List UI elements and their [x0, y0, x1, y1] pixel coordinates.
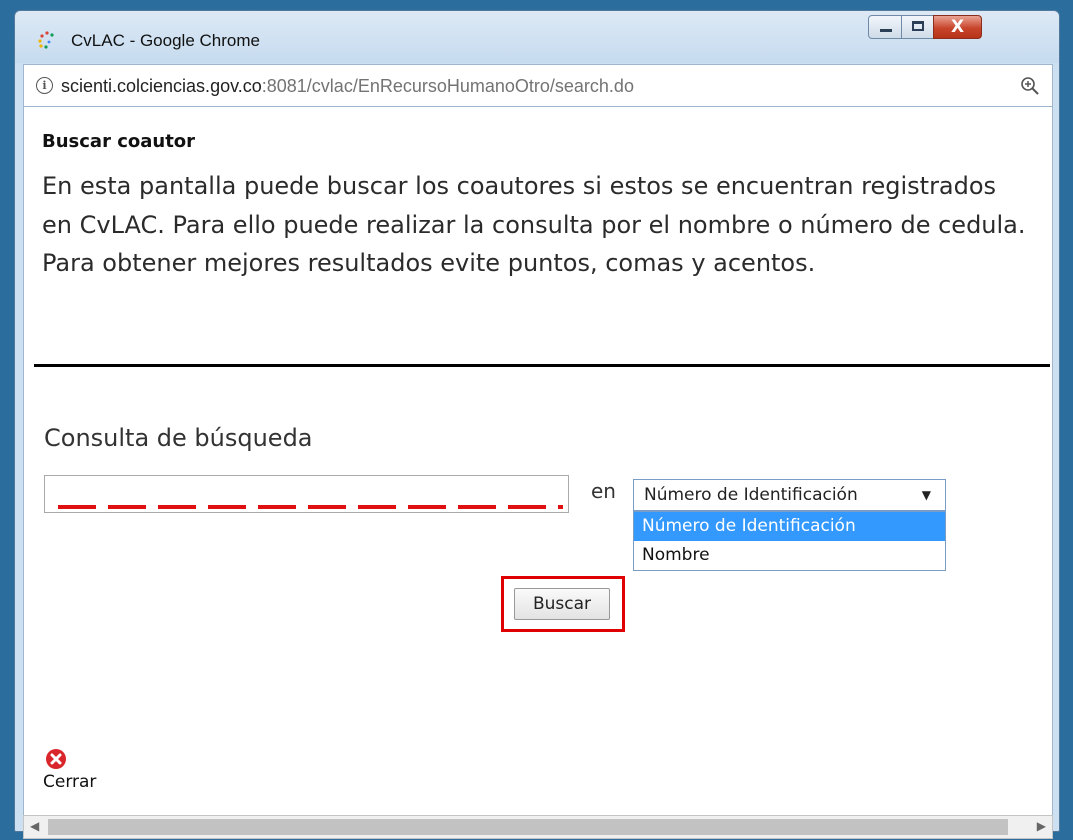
window-title: CvLAC - Google Chrome — [71, 31, 260, 50]
query-label: Consulta de búsqueda — [44, 424, 313, 452]
zoom-in-icon[interactable] — [1020, 76, 1040, 96]
select-dropdown-list: Número de Identificación Nombre — [633, 511, 946, 571]
close-label[interactable]: Cerrar — [43, 772, 96, 792]
maximize-button[interactable] — [901, 15, 934, 39]
page-content: Buscar coautor En esta pantalla puede bu… — [23, 107, 1053, 815]
page-title: Buscar coautor — [42, 131, 196, 152]
dropdown-arrow-icon: ▼ — [921, 488, 931, 502]
url-text[interactable]: scienti.colciencias.gov.co:8081/cvlac/En… — [61, 76, 634, 97]
scrollbar-thumb[interactable] — [48, 819, 1008, 835]
input-highlight-dashes — [58, 505, 563, 509]
address-bar[interactable]: i scienti.colciencias.gov.co:8081/cvlac/… — [23, 64, 1053, 107]
option-numero-identificacion[interactable]: Número de Identificación — [634, 512, 945, 541]
minimize-button[interactable] — [868, 15, 902, 39]
window-close-button[interactable]: X — [933, 15, 982, 39]
minimize-icon — [880, 29, 892, 32]
select-value: Número de Identificación — [644, 485, 858, 505]
url-host: scienti.colciencias.gov.co — [61, 76, 262, 96]
close-icon: X — [950, 17, 965, 37]
search-field-select[interactable]: Número de Identificación ▼ — [633, 479, 946, 511]
search-button[interactable]: Buscar — [514, 588, 610, 620]
divider — [34, 364, 1050, 367]
info-icon[interactable]: i — [36, 77, 53, 94]
title-bar: CvLAC - Google Chrome X — [15, 11, 1059, 63]
url-path: :8081/cvlac/EnRecursoHumanoOtro/search.d… — [261, 76, 634, 96]
in-label: en — [591, 479, 616, 503]
page-description: En esta pantalla puede buscar los coauto… — [42, 172, 1026, 277]
option-nombre[interactable]: Nombre — [634, 541, 945, 570]
scroll-left-icon[interactable]: ◀ — [30, 819, 39, 833]
maximize-icon — [912, 21, 924, 31]
horizontal-scrollbar[interactable]: ◀ ▶ — [23, 815, 1053, 839]
chrome-logo-icon — [38, 31, 54, 49]
scroll-right-icon[interactable]: ▶ — [1037, 819, 1046, 833]
browser-window: CvLAC - Google Chrome X i scienti.colcie… — [14, 10, 1060, 839]
search-button-highlight: Buscar — [501, 576, 625, 632]
close-icon[interactable] — [45, 748, 67, 770]
